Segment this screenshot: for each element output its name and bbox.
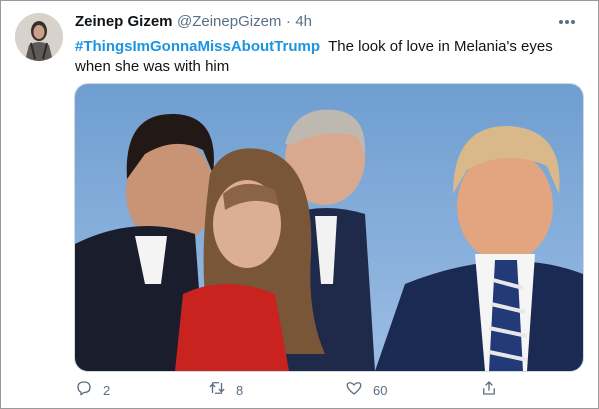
avatar[interactable] [15, 13, 63, 61]
share-icon [480, 379, 498, 402]
like-button[interactable]: 60 [345, 379, 387, 401]
tweet-header: Zeinep Gizem @ZeinepGizem · 4h [75, 13, 578, 33]
retweet-count: 8 [236, 382, 244, 398]
display-name[interactable]: Zeinep Gizem [75, 13, 173, 30]
tweet-photo[interactable] [74, 83, 584, 372]
separator-dot: · [285, 13, 291, 30]
like-icon [345, 379, 363, 402]
retweet-icon [208, 379, 226, 402]
share-button[interactable] [480, 379, 498, 401]
like-count: 60 [373, 382, 388, 398]
retweet-button[interactable]: 8 [208, 379, 243, 401]
tweet-actions: 2 8 60 [75, 379, 580, 401]
tweet-card: Zeinep Gizem @ZeinepGizem · 4h #ThingsIm… [0, 0, 599, 409]
timestamp[interactable]: 4h [295, 13, 312, 30]
user-handle[interactable]: @ZeinepGizem [177, 13, 281, 30]
reply-icon [75, 379, 93, 402]
hashtag-link[interactable]: #ThingsImGonnaMissAboutTrump [75, 38, 320, 55]
reply-button[interactable]: 2 [75, 379, 110, 401]
reply-count: 2 [103, 382, 111, 398]
tweet-text: #ThingsImGonnaMissAboutTrump The look of… [75, 37, 580, 77]
more-icon[interactable] [556, 13, 578, 31]
